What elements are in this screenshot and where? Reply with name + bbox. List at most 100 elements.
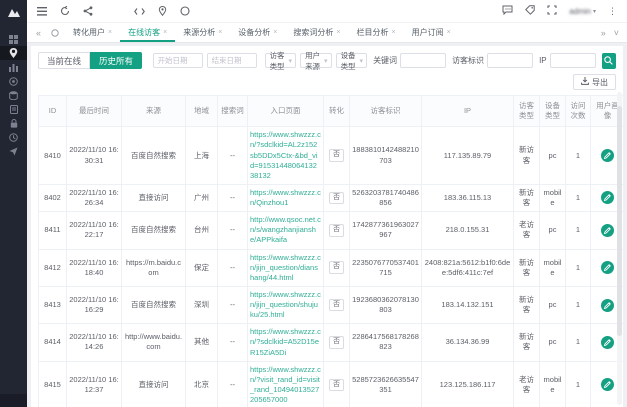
- row-region: 深圳: [186, 286, 218, 323]
- converted-badge: 否: [329, 261, 344, 274]
- visitor-id-label: 访客标识: [452, 55, 484, 66]
- location-icon[interactable]: [158, 6, 167, 16]
- sidebar-item-target[interactable]: [0, 74, 27, 88]
- sidebar-collapse-button[interactable]: [0, 394, 27, 407]
- tab-source-analysis[interactable]: 来源分析×: [175, 23, 230, 42]
- code-icon[interactable]: [134, 7, 145, 16]
- export-button[interactable]: 导出: [573, 74, 616, 90]
- user-portrait-edit-button[interactable]: [601, 224, 614, 237]
- row-last-time: 2022/11/10 16:26:34: [67, 184, 122, 211]
- user-source-select[interactable]: 用户来源▾: [300, 53, 332, 68]
- user-portrait-edit-button[interactable]: [601, 261, 614, 274]
- entry-page-link[interactable]: https://www.shwzzz.cn/jijn_question/shuj…: [250, 290, 321, 319]
- tab-close-icon[interactable]: ×: [218, 29, 222, 36]
- entry-page-link[interactable]: https://www.shwzzz.cn/?sdclkid=AL2z152sb…: [250, 130, 321, 180]
- visitor-id-input[interactable]: [487, 53, 533, 68]
- row-visitor-type: 老访客: [514, 212, 540, 249]
- tag-icon[interactable]: [525, 2, 535, 20]
- entry-page-link[interactable]: https://www.shwzzz.cn/jijn_question/dian…: [250, 253, 321, 282]
- table-row: 84122022/11/10 16:18:40https://m.baidu.c…: [39, 249, 624, 286]
- sidebar-item-send[interactable]: [0, 144, 27, 158]
- col-header-keyword: 搜索词: [218, 96, 248, 127]
- tab-column-analysis[interactable]: 栏目分析×: [348, 23, 403, 42]
- message-icon[interactable]: [502, 2, 513, 20]
- online-now-button[interactable]: 当前在线: [38, 52, 90, 69]
- col-header-converted: 转化: [324, 96, 350, 127]
- row-last-time: 2022/11/10 16:22:17: [67, 212, 122, 249]
- sidebar-item-documents[interactable]: [0, 102, 27, 116]
- user-portrait-edit-button[interactable]: [601, 378, 614, 391]
- tab-close-icon[interactable]: ×: [108, 29, 112, 36]
- table-scrollbar-thumb[interactable]: [617, 106, 622, 336]
- row-visitor-id: 5285723626635547351: [350, 361, 422, 407]
- tabs-scroll-right-icon[interactable]: »: [601, 28, 606, 38]
- row-source: 百度自然搜索: [122, 286, 186, 323]
- chevron-down-icon: ▾: [360, 57, 364, 65]
- download-icon: [581, 77, 589, 87]
- tab-online-visitors[interactable]: 在线访客×: [120, 23, 175, 42]
- row-region: 上海: [186, 127, 218, 185]
- sidebar-item-database[interactable]: [0, 88, 27, 102]
- row-visitor-type: 新访客: [514, 286, 540, 323]
- tab-close-icon[interactable]: ×: [273, 29, 277, 36]
- search-button[interactable]: [602, 53, 616, 69]
- app-logo-icon: [7, 5, 21, 23]
- hamburger-menu-icon[interactable]: [37, 7, 47, 16]
- user-portrait-edit-button[interactable]: [601, 191, 614, 204]
- tab-close-icon[interactable]: ×: [336, 29, 340, 36]
- tab-keyword-analysis[interactable]: 搜索词分析×: [285, 23, 348, 42]
- row-source: 百度自然搜索: [122, 212, 186, 249]
- row-visitor-id: 2286417568178268823: [350, 324, 422, 361]
- entry-page-link[interactable]: https://www.shwzzz.cn/Qinzhou1: [250, 188, 321, 207]
- entry-page-link[interactable]: https://www.shwzzz.cn/?visit_rand_id=vis…: [250, 365, 321, 404]
- row-visitor-id: 1883810142488210703: [350, 127, 422, 185]
- user-menu[interactable]: admin ▾: [569, 7, 596, 16]
- tab-close-icon[interactable]: ×: [163, 29, 167, 36]
- row-visit-count: 1: [566, 324, 591, 361]
- pencil-icon: [604, 264, 611, 271]
- row-visitor-id: 5263203781740486856: [350, 184, 422, 211]
- tab-user-subscription[interactable]: 用户订阅×: [404, 23, 459, 42]
- ip-input[interactable]: [550, 53, 596, 68]
- tab-device-analysis[interactable]: 设备分析×: [230, 23, 285, 42]
- sidebar-item-dashboard[interactable]: [0, 32, 27, 46]
- tab-close-icon[interactable]: ×: [447, 29, 451, 36]
- refresh-icon[interactable]: [60, 6, 70, 16]
- row-ip: 123.125.186.117: [422, 361, 514, 407]
- user-portrait-edit-button[interactable]: [601, 299, 614, 312]
- visitor-type-select[interactable]: 访客类型▾: [265, 53, 297, 68]
- start-date-input[interactable]: [153, 53, 203, 68]
- sidebar-item-history[interactable]: [0, 130, 27, 144]
- more-options-icon[interactable]: ⋮: [608, 6, 617, 17]
- entry-page-link[interactable]: https://www.shwzzz.cn/?sdclkid=A52D15eR1…: [250, 327, 321, 356]
- end-date-input[interactable]: [207, 53, 257, 68]
- table-scrollbar-track[interactable]: [617, 92, 622, 405]
- converted-badge: 否: [329, 224, 344, 237]
- tabs-scroll-left-icon[interactable]: «: [32, 23, 45, 42]
- history-all-button[interactable]: 历史所有: [90, 52, 142, 69]
- row-visit-count: 1: [566, 249, 591, 286]
- entry-page-link[interactable]: http://www.qsoc.net.cn/s/wangzhanjianshe…: [250, 215, 321, 244]
- device-type-select[interactable]: 设备类型▾: [336, 53, 368, 68]
- row-converted-badge: 否: [324, 212, 350, 249]
- tab-home[interactable]: [45, 23, 65, 42]
- row-visitor-type: 新访客: [514, 249, 540, 286]
- sidebar-item-visitors[interactable]: [0, 46, 27, 60]
- row-visitor-id: 1742877361963027967: [350, 212, 422, 249]
- sidebar-item-security[interactable]: [0, 116, 27, 130]
- pencil-icon: [604, 302, 611, 309]
- keyword-input[interactable]: [400, 53, 446, 68]
- tab-close-icon[interactable]: ×: [391, 29, 395, 36]
- row-region: 其他: [186, 324, 218, 361]
- share-icon[interactable]: [83, 6, 93, 16]
- row-converted-badge: 否: [324, 286, 350, 323]
- sidebar-item-analytics[interactable]: [0, 60, 27, 74]
- tab-conversion-users[interactable]: 转化用户×: [65, 23, 120, 42]
- user-portrait-edit-button[interactable]: [601, 336, 614, 349]
- user-portrait-edit-button[interactable]: [601, 149, 614, 162]
- circle-icon[interactable]: [180, 6, 190, 16]
- row-ip: 117.135.89.79: [422, 127, 514, 185]
- fullscreen-icon[interactable]: [547, 2, 557, 20]
- row-keyword: --: [218, 324, 248, 361]
- tabs-menu-icon[interactable]: ˅: [614, 28, 619, 38]
